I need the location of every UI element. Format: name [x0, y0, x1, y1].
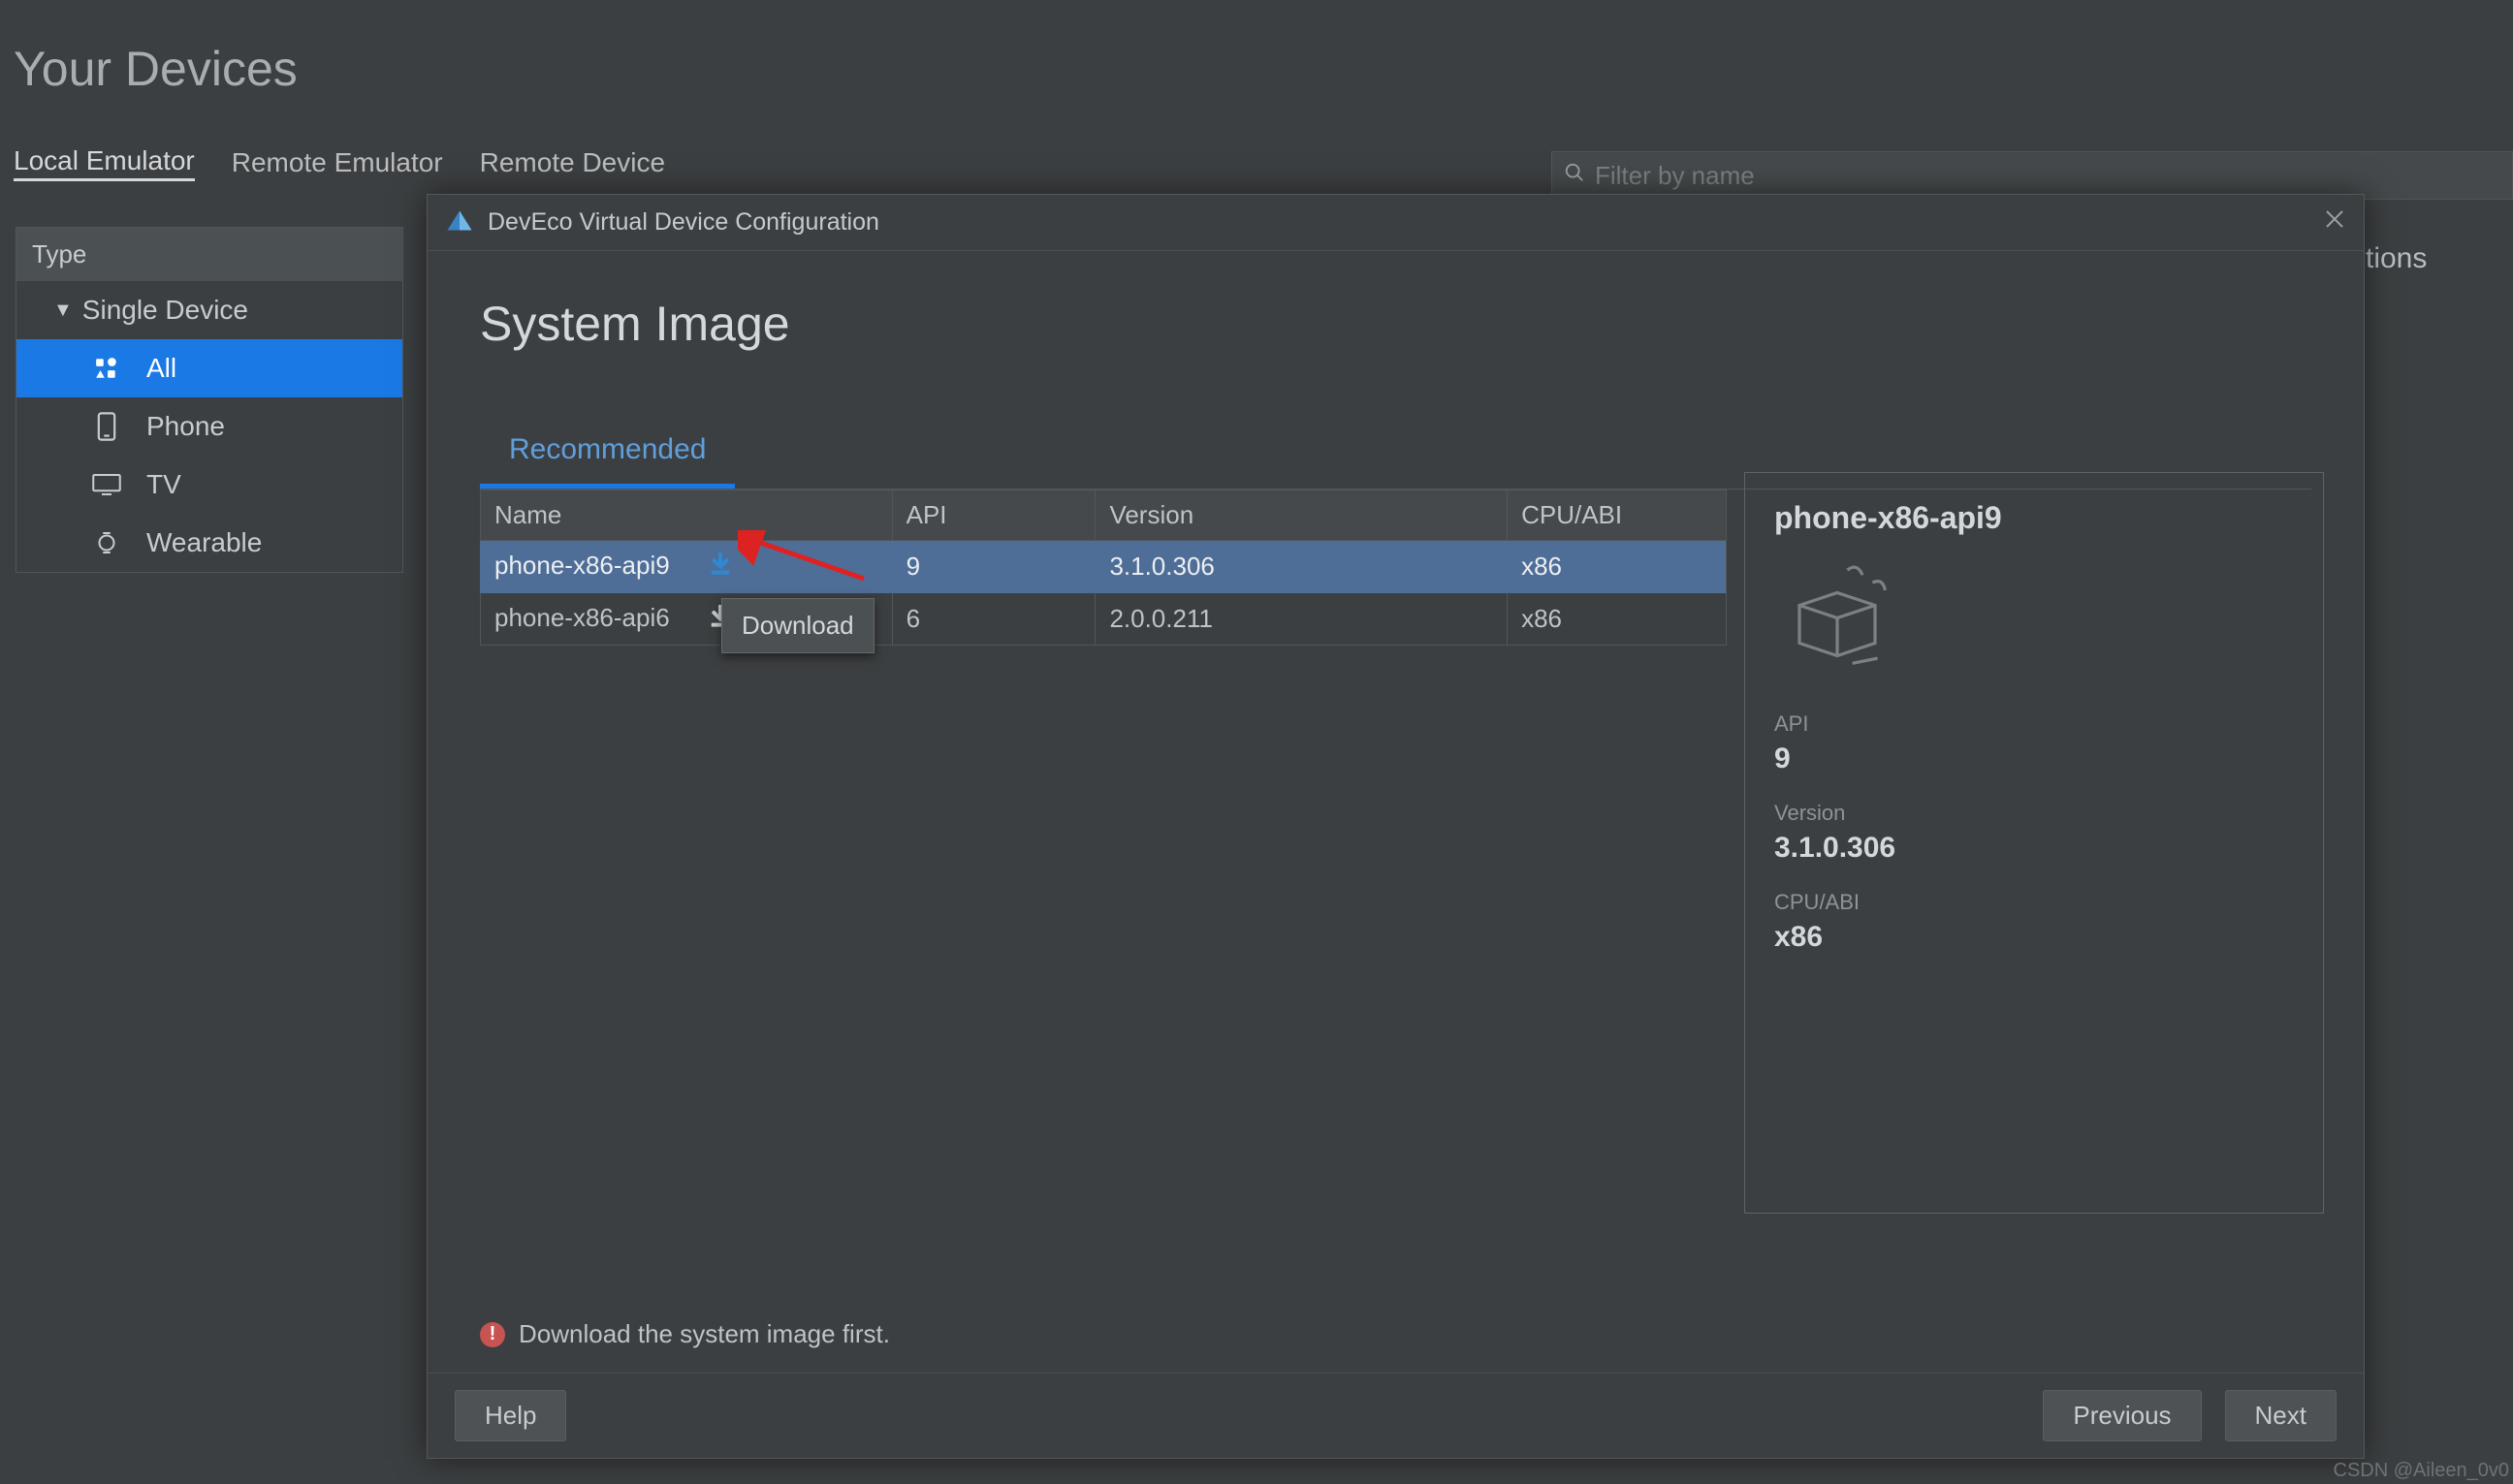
col-api[interactable]: API: [892, 490, 1096, 541]
help-button[interactable]: Help: [455, 1390, 566, 1441]
grid-icon: [92, 356, 121, 381]
sidebar-item-wearable[interactable]: Wearable: [16, 514, 402, 572]
page-title: Your Devices: [0, 0, 2513, 97]
info-cpu-value: x86: [1774, 921, 2294, 954]
tv-icon: [92, 473, 121, 496]
sidebar-item-label: Wearable: [146, 527, 262, 558]
warning-text: Download the system image first.: [519, 1319, 890, 1349]
cell-version: 3.1.0.306: [1096, 541, 1508, 593]
actions-column-header: tions: [2366, 242, 2427, 275]
table-row[interactable]: phone-x86-api9 9 3.1.0.306 x86: [481, 541, 1727, 593]
sidebar-item-label: TV: [146, 469, 181, 500]
close-button[interactable]: [2323, 207, 2346, 237]
table-header-row: Name API Version CPU/ABI: [481, 490, 1727, 541]
info-version-value: 3.1.0.306: [1774, 832, 2294, 865]
warning-icon: !: [480, 1322, 505, 1347]
empty-box-icon: [1774, 553, 1900, 670]
info-panel: phone-x86-api9 API 9 Version 3.1.0.306 C…: [1744, 472, 2324, 1214]
sidebar-item-all[interactable]: All: [16, 339, 402, 397]
tab-local-emulator[interactable]: Local Emulator: [14, 145, 195, 181]
dialog-heading: System Image: [480, 296, 2311, 352]
sidebar-group-single-device[interactable]: ▼ Single Device: [16, 281, 402, 339]
info-version-label: Version: [1774, 801, 2294, 826]
cell-cpu: x86: [1508, 593, 1727, 646]
col-name[interactable]: Name: [481, 490, 893, 541]
tab-remote-device[interactable]: Remote Device: [480, 147, 665, 180]
info-api-value: 9: [1774, 742, 2294, 775]
sidebar-group-label: Single Device: [82, 295, 248, 326]
system-image-table: Name API Version CPU/ABI phone-x86-api9 …: [480, 489, 1727, 646]
search-field[interactable]: [1551, 151, 2513, 200]
cell-version: 2.0.0.211: [1096, 593, 1508, 646]
sidebar-item-phone[interactable]: Phone: [16, 397, 402, 456]
dialog-body: System Image Recommended Name API Versio…: [428, 251, 2364, 1373]
download-icon[interactable]: [710, 553, 731, 583]
col-version[interactable]: Version: [1096, 490, 1508, 541]
sidebar-item-label: Phone: [146, 411, 225, 442]
cell-cpu: x86: [1508, 541, 1727, 593]
chevron-down-icon: ▼: [53, 300, 73, 322]
cell-api: 9: [892, 541, 1096, 593]
tab-remote-emulator[interactable]: Remote Emulator: [232, 147, 443, 180]
info-cpu-label: CPU/ABI: [1774, 890, 2294, 915]
dialog-title: DevEco Virtual Device Configuration: [488, 208, 879, 237]
phone-icon: [92, 412, 121, 441]
col-cpu-abi[interactable]: CPU/ABI: [1508, 490, 1727, 541]
info-api-label: API: [1774, 711, 2294, 737]
dialog-virtual-device-config: DevEco Virtual Device Configuration Syst…: [427, 194, 2365, 1459]
cell-name: phone-x86-api9: [494, 551, 670, 580]
table-row[interactable]: phone-x86-api6 6 2.0.0.211 x86: [481, 593, 1727, 646]
sidebar-item-label: All: [146, 353, 176, 384]
sidebar: Type ▼ Single Device All Phone TV Wearab…: [16, 227, 403, 573]
cell-name: phone-x86-api6: [494, 603, 670, 632]
watch-icon: [92, 528, 121, 557]
dialog-footer: Help Previous Next: [428, 1373, 2364, 1458]
dialog-titlebar: DevEco Virtual Device Configuration: [428, 195, 2364, 251]
warning-row: ! Download the system image first.: [480, 1319, 890, 1349]
tab-recommended[interactable]: Recommended: [480, 420, 735, 489]
search-icon: [1564, 162, 1585, 189]
sidebar-item-tv[interactable]: TV: [16, 456, 402, 514]
download-tooltip: Download: [721, 598, 875, 653]
previous-button[interactable]: Previous: [2043, 1390, 2201, 1441]
sidebar-type-header: Type: [16, 228, 402, 281]
watermark: CSDN @Aileen_0v0: [2334, 1460, 2510, 1482]
next-button[interactable]: Next: [2225, 1390, 2337, 1441]
deveco-logo-icon: [445, 208, 474, 237]
info-title: phone-x86-api9: [1774, 500, 2294, 536]
cell-api: 6: [892, 593, 1096, 646]
search-input[interactable]: [1595, 161, 2512, 191]
